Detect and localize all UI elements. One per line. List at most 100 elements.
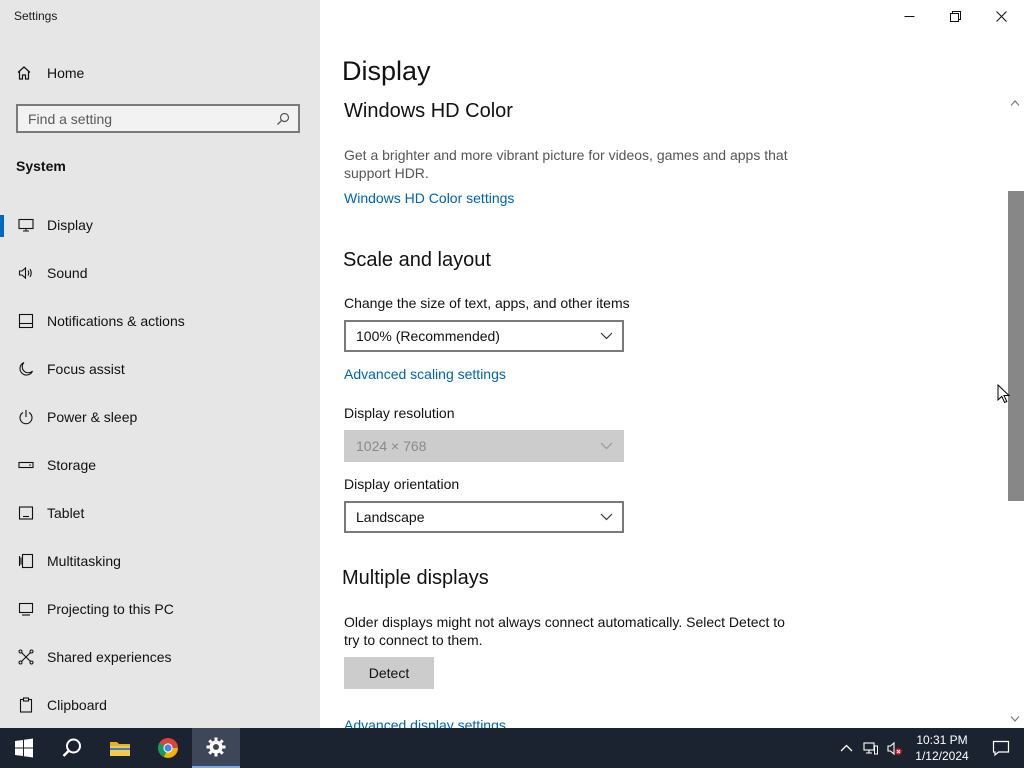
resolution-label: Display resolution [344,405,455,421]
sidebar-item-multitasking[interactable]: Multitasking [0,537,320,585]
sidebar-item-label: Sound [47,265,88,281]
home-icon [17,66,31,80]
sidebar-item-label: Multitasking [47,553,121,569]
sidebar-item-shared-experiences[interactable]: Shared experiences [0,633,320,681]
sidebar-nav: Display Sound Notifications & actions Fo… [0,201,320,729]
search-input[interactable] [28,110,268,127]
hdr-settings-link[interactable]: Windows HD Color settings [344,190,514,206]
scale-dropdown[interactable]: 100% (Recommended) [344,320,624,352]
sidebar-item-focus-assist[interactable]: Focus assist [0,345,320,393]
size-label: Change the size of text, apps, and other… [344,295,630,311]
sidebar-item-label: Tablet [47,505,85,521]
orientation-dropdown[interactable]: Landscape [344,501,624,533]
sidebar: Settings Home System Display Sound Notif… [0,0,320,728]
file-explorer-icon [110,742,130,756]
resolution-dropdown: 1024 × 768 [344,430,624,462]
search-box[interactable] [16,104,300,133]
scroll-down-arrow-icon[interactable] [1010,715,1020,723]
orientation-dropdown-value: Landscape [356,509,425,525]
network-button[interactable] [858,728,882,768]
scroll-up-arrow-icon[interactable] [1010,99,1020,107]
minimize-icon [904,15,914,17]
clipboard-icon [19,697,33,713]
action-center-button[interactable] [978,728,1024,768]
storage-icon [18,461,34,469]
scrollbar-thumb[interactable] [1008,191,1024,501]
chevron-up-icon [840,744,852,751]
sidebar-item-label: Storage [47,457,97,473]
scale-dropdown-value: 100% (Recommended) [356,328,500,344]
clock-date: 1/12/2024 [915,749,969,763]
show-hidden-icons-button[interactable] [834,728,858,768]
taskbar-settings[interactable] [192,728,240,768]
app-title: Settings [14,9,58,23]
shared-icon [18,649,34,665]
home-link[interactable]: Home [16,63,84,83]
chevron-down-icon [600,442,613,450]
sidebar-item-tablet[interactable]: Tablet [0,489,320,537]
search-icon [62,738,81,757]
network-icon [862,741,878,754]
volume-button[interactable] [882,728,906,768]
power-icon [19,410,33,425]
system-tray: 10:31 PM 1/12/2024 [834,728,1024,768]
page-title: Display [342,56,431,86]
sidebar-item-label: Focus assist [47,361,125,377]
close-icon [995,10,1007,22]
tablet-icon [18,506,34,520]
detect-button[interactable]: Detect [344,657,434,689]
sidebar-item-label: Clipboard [47,697,107,713]
moon-icon [19,361,34,376]
taskbar-chrome[interactable] [144,728,192,768]
advanced-display-link[interactable]: Advanced display settings [344,717,506,728]
chevron-down-icon [600,513,613,521]
start-button[interactable] [0,728,48,768]
sidebar-item-power-sleep[interactable]: Power & sleep [0,393,320,441]
sidebar-item-notifications[interactable]: Notifications & actions [0,297,320,345]
restore-button[interactable] [932,0,978,32]
close-button[interactable] [978,0,1024,32]
sidebar-item-sound[interactable]: Sound [0,249,320,297]
mouse-cursor-icon [997,384,1011,404]
sidebar-item-label: Power & sleep [47,409,138,425]
resolution-dropdown-value: 1024 × 768 [356,438,427,454]
monitor-icon [18,218,34,232]
multiple-displays-heading: Multiple displays [342,567,489,589]
clock[interactable]: 10:31 PM 1/12/2024 [906,732,978,764]
settings-icon [206,737,226,757]
sidebar-item-label: Notifications & actions [47,313,185,329]
section-title: System [16,158,66,174]
window-controls [886,0,1024,32]
restore-icon [949,10,961,22]
taskbar-file-explorer[interactable] [96,728,144,768]
clock-time: 10:31 PM [916,733,968,747]
start-icon [15,738,33,758]
chevron-down-icon [600,332,613,340]
volume-muted-icon [886,741,902,755]
notification-icon [18,313,34,329]
scrollbar[interactable] [1006,96,1024,728]
sidebar-item-projecting[interactable]: Projecting to this PC [0,585,320,633]
sidebar-item-label: Shared experiences [47,649,172,665]
home-label: Home [47,65,85,81]
sidebar-item-clipboard[interactable]: Clipboard [0,681,320,729]
chrome-icon [158,738,178,758]
multitasking-icon [18,553,34,569]
minimize-button[interactable] [886,0,932,32]
sidebar-item-display[interactable]: Display [0,201,320,249]
taskbar-search-button[interactable] [48,728,96,768]
multiple-displays-description: Older displays might not always connect … [344,614,785,648]
projector-icon [18,602,34,616]
sidebar-item-storage[interactable]: Storage [0,441,320,489]
main-content: Display Windows HD Color Get a brighter … [320,0,1024,728]
scale-heading: Scale and layout [343,249,491,271]
notification-center-icon [992,740,1010,757]
sidebar-item-label: Projecting to this PC [47,601,174,617]
sidebar-item-label: Display [47,217,93,233]
hdr-description: Get a brighter and more vibrant picture … [344,147,788,181]
speaker-icon [18,266,32,280]
advanced-scaling-link[interactable]: Advanced scaling settings [344,366,506,382]
taskbar: 10:31 PM 1/12/2024 [0,728,1024,768]
search-icon[interactable] [276,112,290,126]
hdr-heading: Windows HD Color [344,100,513,122]
